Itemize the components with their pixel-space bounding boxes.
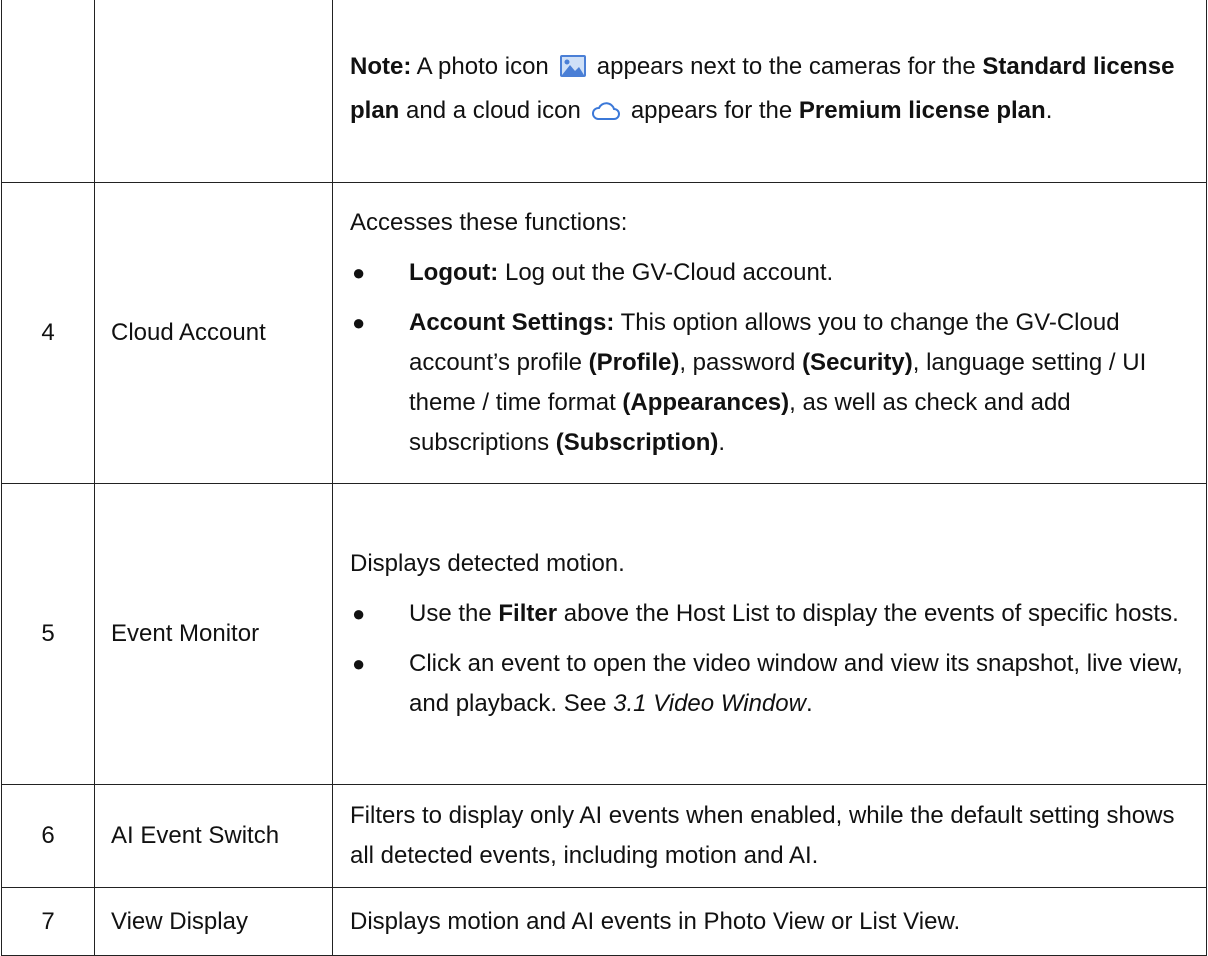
row-description: Displays detected motion. ● Use the Filt… (332, 483, 1207, 785)
premium-license-plan: Premium license plan (798, 97, 1046, 124)
list-item: ● Use the Filter above the Host List to … (350, 594, 1192, 634)
note-label: Note: (350, 53, 412, 80)
table-row-cloud-account: 4 Cloud Account Accesses these functions… (1, 182, 1207, 484)
table-row-note: Note: A photo icon appears next to the ca… (1, 0, 1207, 183)
row-name: Event Monitor (94, 483, 333, 785)
row-name: Cloud Account (94, 182, 333, 484)
table-row-view-display: 7 View Display Displays motion and AI ev… (1, 887, 1207, 956)
feature-table: Note: A photo icon appears next to the ca… (1, 0, 1207, 956)
bullet-icon: ● (352, 601, 366, 626)
row-number: 6 (1, 784, 95, 888)
bullet-icon: ● (352, 310, 366, 335)
row-number: 7 (1, 887, 95, 956)
row-description: Accesses these functions: ● Logout: Log … (332, 182, 1207, 484)
row-name: View Display (94, 887, 333, 956)
intro-text: Displays detected motion. (350, 550, 625, 577)
row-number: 4 (1, 182, 95, 484)
cross-reference: 3.1 Video Window (613, 690, 806, 717)
row-name: AI Event Switch (94, 784, 333, 888)
table-row-event-monitor: 5 Event Monitor Displays detected motion… (1, 483, 1207, 785)
photo-icon (559, 51, 587, 91)
row-name (94, 0, 333, 183)
list-item: ● Account Settings: This option allows y… (350, 303, 1192, 463)
row-description: Filters to display only AI events when e… (332, 784, 1207, 888)
list-item: ● Click an event to open the video windo… (350, 644, 1192, 724)
cloud-icon (591, 95, 621, 135)
bullet-icon: ● (352, 651, 366, 676)
list-item: ● Logout: Log out the GV-Cloud account. (350, 253, 1192, 293)
intro-text: Accesses these functions: (350, 209, 628, 236)
table-row-ai-event-switch: 6 AI Event Switch Filters to display onl… (1, 784, 1207, 888)
row-number: 5 (1, 483, 95, 785)
row-description: Note: A photo icon appears next to the ca… (332, 0, 1207, 183)
row-number (1, 0, 95, 183)
note-paragraph: Note: A photo icon appears next to the ca… (350, 47, 1192, 135)
row-description: Displays motion and AI events in Photo V… (332, 887, 1207, 956)
bullet-icon: ● (352, 260, 366, 285)
